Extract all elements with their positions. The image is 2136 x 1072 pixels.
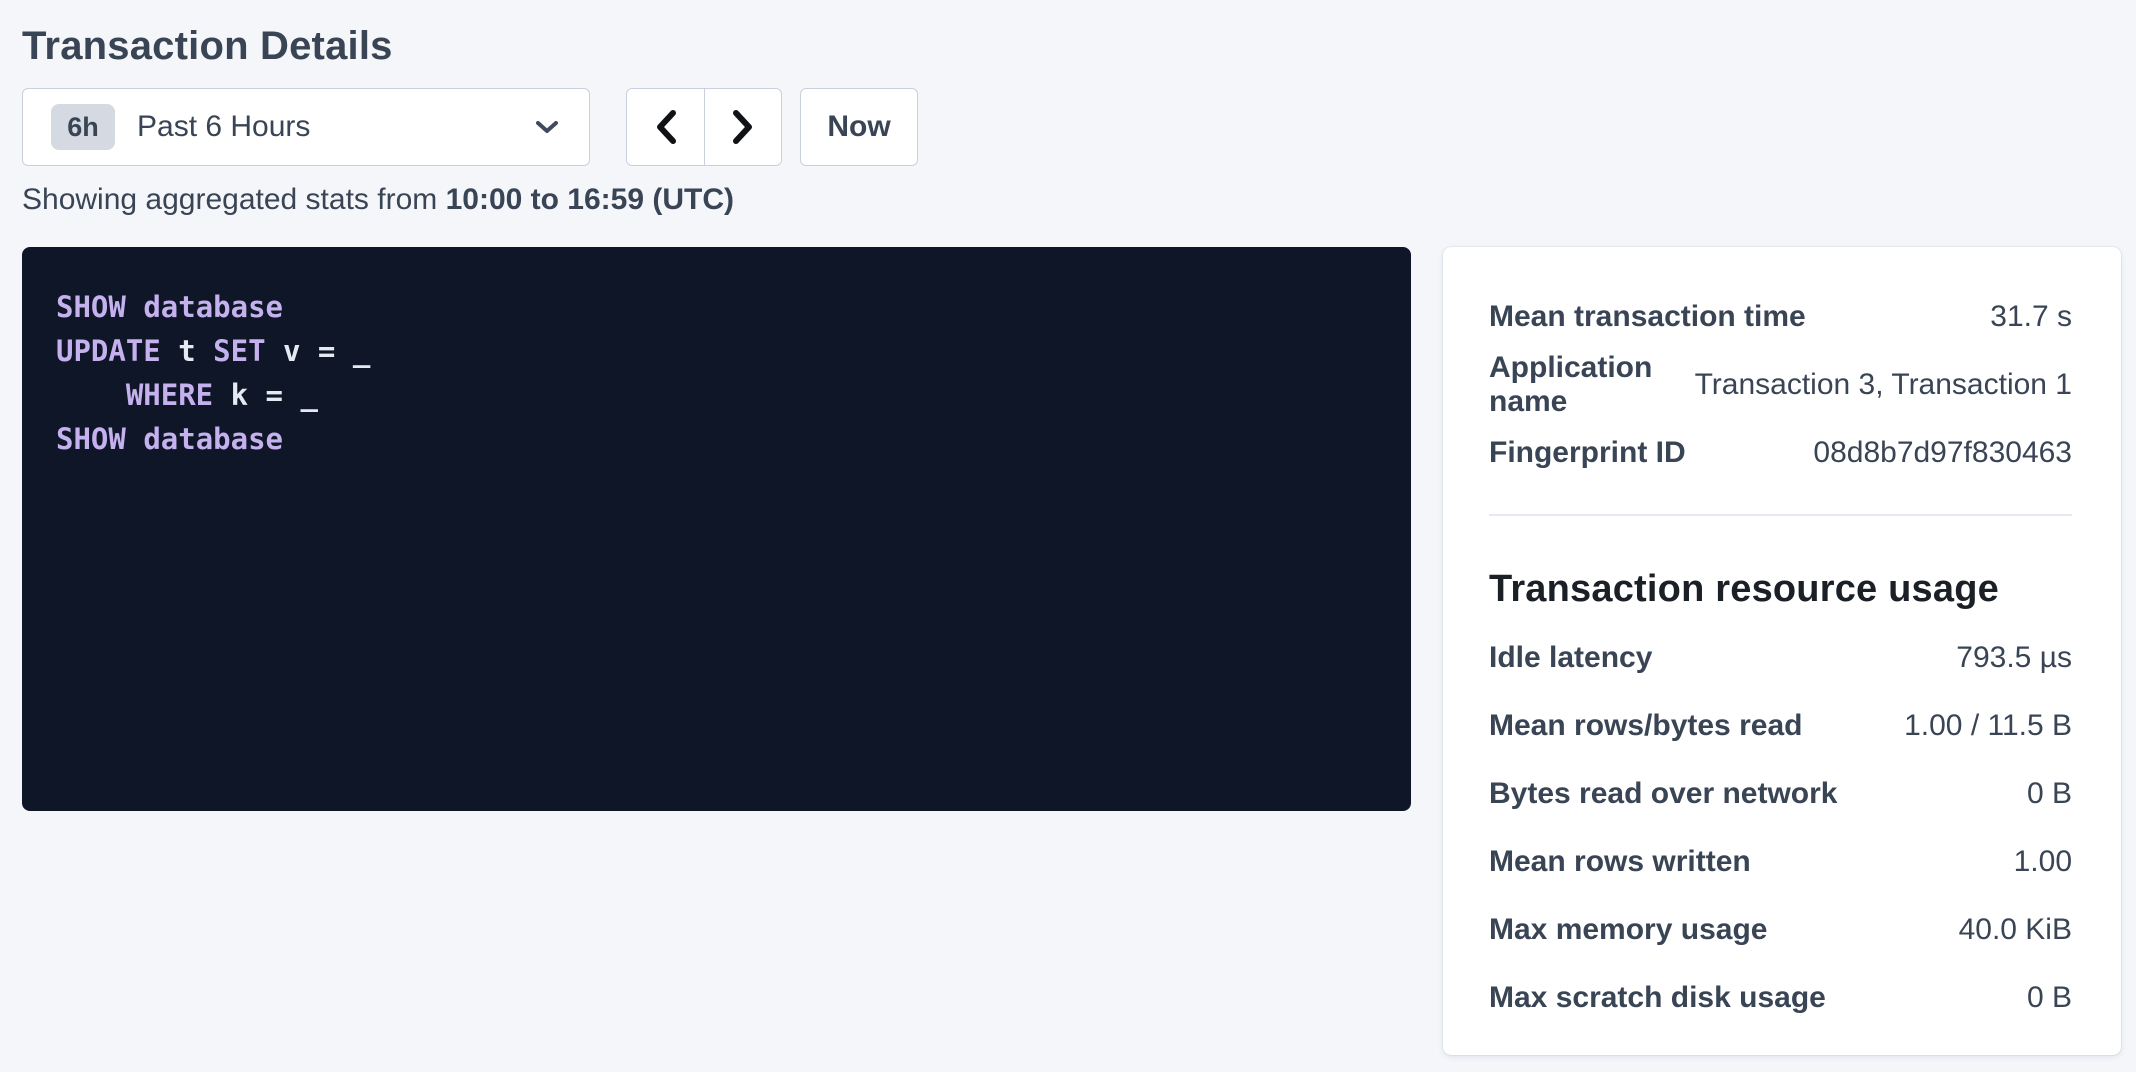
sql-keyword: UPDATE [56,334,161,368]
sql-text: v = _ [266,334,371,368]
usage-rows: Idle latency 793.5 µs Mean rows/bytes read… [1489,624,2072,1032]
aggregation-note: Showing aggregated stats from 10:00 to 1… [22,182,2136,218]
detail-value: Transaction 3, Transaction 1 [1695,368,2072,402]
detail-value: 31.7 s [1990,300,2072,334]
chevron-left-icon [654,109,678,145]
sql-keyword: WHERE [126,378,213,412]
prev-interval-button[interactable] [627,89,704,165]
aggregation-note-prefix: Showing aggregated stats from [22,183,446,216]
detail-row: Max memory usage 40.0 KiB [1489,896,2072,964]
sql-line: WHERE k = _ [56,373,1377,417]
chevron-right-icon [731,109,755,145]
sql-line: UPDATE t SET v = _ [56,329,1377,373]
main-area: SHOW databaseUPDATE t SET v = _ WHERE k … [22,247,2136,1055]
page-title: Transaction Details [22,20,2136,72]
detail-label: Fingerprint ID [1489,436,1686,470]
detail-row: Mean rows/bytes read 1.00 / 11.5 B [1489,692,2072,760]
interval-badge: 6h [51,104,115,150]
next-interval-button[interactable] [704,89,781,165]
detail-label: Mean rows written [1489,845,1751,879]
time-interval-dropdown[interactable]: 6h Past 6 Hours [22,88,590,166]
detail-value: 08d8b7d97f830463 [1813,436,2072,470]
sql-text: t [161,334,213,368]
detail-value: 1.00 [2014,845,2072,879]
detail-row: Mean rows written 1.00 [1489,828,2072,896]
detail-label: Max scratch disk usage [1489,981,1826,1015]
sql-keyword: SHOW [56,290,126,324]
section-divider [1489,514,2072,516]
sql-text [56,378,126,412]
detail-row: Application nameTransaction 3, Transacti… [1489,351,2072,419]
sql-text: k = _ [213,378,318,412]
detail-row: Mean transaction time 31.7 s [1489,283,2072,351]
transaction-details-page: Transaction Details 6h Past 6 Hours Now [0,0,2136,1055]
time-picker-controls: 6h Past 6 Hours Now [22,88,2136,166]
sql-statement-box: SHOW databaseUPDATE t SET v = _ WHERE k … [22,247,1411,811]
detail-value: 0 B [2027,777,2072,811]
detail-value: 0 B [2027,981,2072,1015]
detail-value: 1.00 / 11.5 B [1904,709,2072,743]
details-card: Mean transaction time 31.7 s Application n… [1443,247,2121,1055]
sql-text [126,290,143,324]
interval-label: Past 6 Hours [137,110,535,144]
now-button[interactable]: Now [800,88,918,166]
sql-line: SHOW database [56,285,1377,329]
detail-label: Idle latency [1489,641,1652,675]
sql-line: SHOW database [56,417,1377,461]
detail-row: Bytes read over network 0 B [1489,760,2072,828]
detail-label: Bytes read over network [1489,777,1837,811]
detail-row: Max scratch disk usage 0 B [1489,964,2072,1032]
sql-keyword: SET [213,334,265,368]
sql-text [126,422,143,456]
detail-row: Fingerprint ID 08d8b7d97f830463 [1489,419,2072,487]
detail-value: 793.5 µs [1956,641,2072,675]
detail-label: Mean rows/bytes read [1489,709,1802,743]
summary-rows: Mean transaction time 31.7 s Application n… [1489,283,2072,487]
detail-label: Mean transaction time [1489,300,1806,334]
detail-label: Application name [1489,351,1695,419]
sql-keyword: database [143,290,283,324]
sql-keyword: database [143,422,283,456]
interval-nav-group [626,88,782,166]
usage-heading: Transaction resource usage [1489,564,2072,614]
aggregation-note-range: 10:00 to 16:59 (UTC) [446,183,734,216]
detail-label: Max memory usage [1489,913,1767,947]
detail-value: 40.0 KiB [1959,913,2072,947]
detail-row: Idle latency 793.5 µs [1489,624,2072,692]
chevron-down-icon [535,119,559,135]
sql-keyword: SHOW [56,422,126,456]
